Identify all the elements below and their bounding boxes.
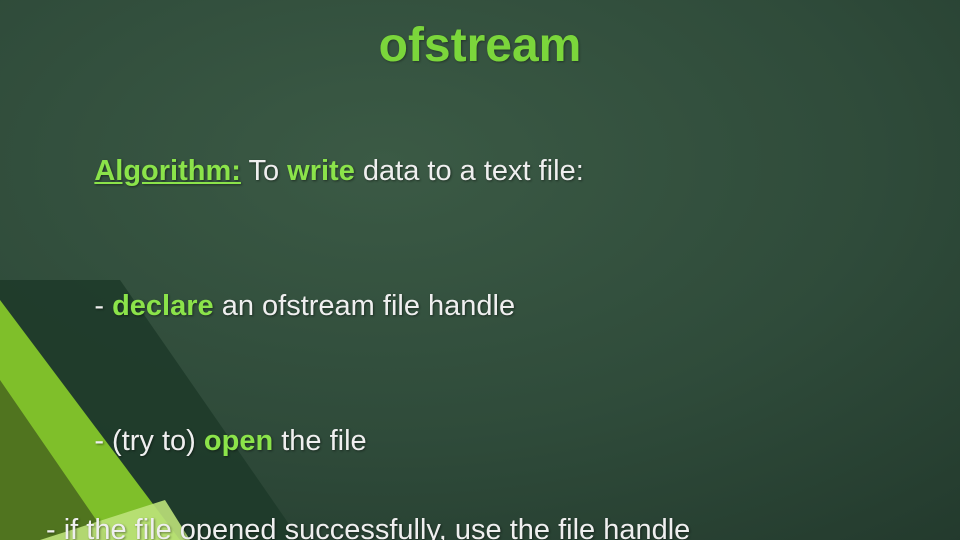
kw-open: open [204,425,273,457]
text: data to a text file: [355,155,584,187]
kw-write: write [287,155,355,187]
text: the file [273,425,367,457]
line-success-a: - if the file opened successfully, use t… [46,508,920,540]
slide-title: ofstream [0,18,960,73]
slide: ofstream Algorithm: To write data to a t… [0,0,960,540]
text: - [94,290,112,322]
line-declare: - declare an ofstream file handle [46,239,920,374]
label-algorithm: Algorithm: [94,155,241,187]
text: - (try to) [94,425,204,457]
text: To [241,155,287,187]
kw-declare: declare [112,290,214,322]
slide-body: Algorithm: To write data to a text file:… [46,104,920,540]
line-algorithm: Algorithm: To write data to a text file: [46,104,920,239]
text: an ofstream file handle [214,290,515,322]
line-open: - (try to) open the file [46,374,920,509]
